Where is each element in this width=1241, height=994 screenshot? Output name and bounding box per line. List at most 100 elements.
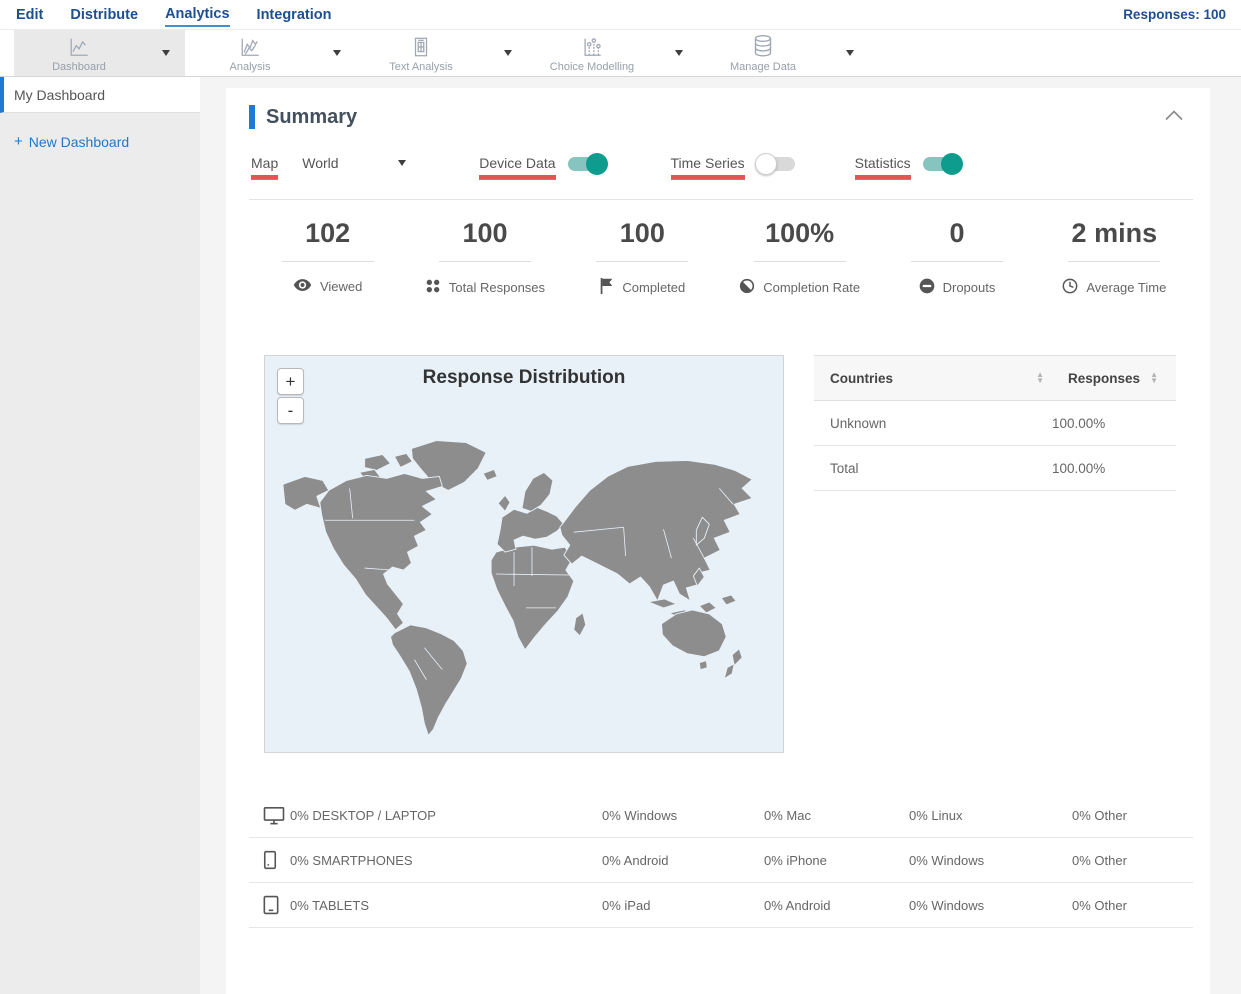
toolbar-item-label: Manage Data bbox=[729, 60, 797, 73]
sort-icon[interactable]: ▲ ▼ bbox=[1150, 371, 1158, 385]
stat-completed: 100 Completed bbox=[564, 218, 721, 297]
time-series-toggle[interactable] bbox=[754, 153, 795, 175]
map-region-value: World bbox=[302, 155, 339, 171]
section-accent-bar bbox=[249, 105, 255, 129]
toolbar-item-label: Dashboard bbox=[52, 60, 106, 73]
table-row: 0% SMARTPHONES 0% Android 0% iPhone 0% W… bbox=[249, 838, 1193, 883]
toolbar-manage-data[interactable]: Manage Data bbox=[698, 30, 869, 76]
eye-icon bbox=[293, 278, 312, 295]
device-cell: 0% Windows bbox=[909, 897, 985, 913]
stat-label: Completion Rate bbox=[763, 280, 861, 295]
half-circle-icon bbox=[739, 278, 755, 297]
zoom-in-button[interactable]: + bbox=[277, 368, 304, 395]
chevron-down-icon bbox=[398, 160, 407, 166]
clock-icon bbox=[1062, 278, 1078, 297]
stat-value: 100% bbox=[765, 218, 835, 248]
country-cell: Unknown bbox=[830, 415, 887, 431]
device-cell: 0% Android bbox=[764, 897, 831, 913]
country-cell: Total bbox=[830, 460, 859, 476]
device-category: 0% DESKTOP / LAPTOP bbox=[290, 807, 436, 823]
chevron-down-icon[interactable] bbox=[333, 50, 341, 56]
device-cell: 0% iPhone bbox=[764, 852, 827, 868]
plus-icon: + bbox=[14, 133, 23, 150]
device-data-toggle[interactable] bbox=[567, 153, 608, 175]
map-zoom-controls: + - bbox=[277, 368, 304, 426]
responses-count[interactable]: Responses: 100 bbox=[1123, 7, 1226, 22]
sidebar-item-my-dashboard[interactable]: My Dashboard bbox=[0, 77, 200, 113]
toolbar-dashboard[interactable]: Dashboard bbox=[14, 30, 185, 76]
toolbar-text-analysis[interactable]: Text Analysis bbox=[356, 30, 527, 76]
toolbar-item-label: Choice Modelling bbox=[549, 60, 635, 73]
table-row: Total 100.00% bbox=[814, 446, 1176, 491]
stats-row: 102 Viewed 100 Total Responses 100 Compl… bbox=[249, 218, 1193, 297]
world-map[interactable] bbox=[265, 418, 783, 748]
stat-value: 0 bbox=[949, 218, 965, 248]
flag-icon bbox=[599, 278, 614, 297]
stat-average-time: 2 mins Average Time bbox=[1036, 218, 1193, 297]
zoom-out-button[interactable]: - bbox=[277, 397, 304, 424]
table-row: 0% TABLETS 0% iPad 0% Android 0% Windows… bbox=[249, 883, 1193, 928]
countries-header-label[interactable]: Countries bbox=[830, 371, 893, 386]
statistics-toggle[interactable] bbox=[922, 153, 963, 175]
map-title: Response Distribution bbox=[422, 367, 626, 388]
smartphone-icon bbox=[249, 850, 290, 870]
nav-integration[interactable]: Integration bbox=[257, 3, 332, 26]
desktop-icon bbox=[249, 806, 290, 825]
device-data-table: 0% DESKTOP / LAPTOP 0% Windows 0% Mac 0%… bbox=[249, 793, 1193, 928]
stat-viewed: 102 Viewed bbox=[249, 218, 406, 297]
stat-label: Dropouts bbox=[942, 280, 996, 295]
dots-grid-icon bbox=[425, 278, 441, 297]
stat-label: Average Time bbox=[1086, 280, 1167, 295]
chevron-down-icon[interactable] bbox=[846, 50, 854, 56]
device-data-label: Device Data bbox=[479, 155, 556, 179]
chevron-up-icon[interactable] bbox=[1165, 108, 1183, 126]
statistics-label: Statistics bbox=[854, 155, 911, 179]
stat-value: 100 bbox=[619, 218, 665, 248]
toolbar-analysis[interactable]: Analysis bbox=[185, 30, 356, 76]
stat-total-responses: 100 Total Responses bbox=[406, 218, 563, 297]
map-label: Map bbox=[251, 155, 279, 179]
device-cell: 0% Mac bbox=[764, 807, 811, 823]
summary-panel: Summary Map World Device Data Time Serie… bbox=[226, 88, 1210, 994]
responses-header-label[interactable]: Responses bbox=[1068, 371, 1140, 386]
toolbar-item-label: Text Analysis bbox=[389, 60, 453, 73]
device-cell: 0% Linux bbox=[909, 807, 963, 823]
toggle-knob bbox=[585, 153, 608, 175]
minus-circle-icon bbox=[919, 278, 935, 297]
device-cell: 0% Windows bbox=[909, 852, 985, 868]
device-cell: 0% Other bbox=[1072, 852, 1127, 868]
table-row: Unknown 100.00% bbox=[814, 401, 1176, 446]
stat-label: Viewed bbox=[319, 279, 363, 294]
toggle-knob bbox=[940, 153, 963, 175]
toolbar-item-label: Analysis bbox=[229, 60, 271, 73]
database-icon bbox=[751, 34, 775, 58]
analytics-toolbar: Dashboard Analysis Text Analysis Choice … bbox=[0, 30, 1241, 77]
map-region-select[interactable]: World bbox=[302, 155, 407, 179]
stat-label: Completed bbox=[622, 280, 686, 295]
document-table-icon bbox=[409, 34, 433, 58]
stat-value: 102 bbox=[305, 218, 351, 248]
chevron-down-icon[interactable] bbox=[504, 50, 512, 56]
response-distribution-map[interactable]: Response Distribution + - bbox=[264, 355, 784, 753]
top-nav: Edit Distribute Analytics Integration Re… bbox=[0, 0, 1241, 30]
stat-label: Total Responses bbox=[448, 280, 546, 295]
stat-dropouts: 0 Dropouts bbox=[878, 218, 1035, 297]
toolbar-choice-modelling[interactable]: Choice Modelling bbox=[527, 30, 698, 76]
device-cell: 0% Other bbox=[1072, 897, 1127, 913]
device-category: 0% TABLETS bbox=[290, 897, 369, 913]
scatter-chart-icon bbox=[580, 34, 604, 58]
device-cell: 0% Other bbox=[1072, 807, 1127, 823]
device-cell: 0% iPad bbox=[602, 897, 651, 913]
nav-edit[interactable]: Edit bbox=[16, 3, 43, 26]
nav-analytics[interactable]: Analytics bbox=[165, 2, 230, 27]
stat-value: 100 bbox=[462, 218, 508, 248]
chevron-down-icon[interactable] bbox=[162, 50, 170, 56]
new-dashboard-button[interactable]: + New Dashboard bbox=[14, 133, 200, 150]
table-row: 0% DESKTOP / LAPTOP 0% Windows 0% Mac 0%… bbox=[249, 793, 1193, 838]
section-divider bbox=[249, 199, 1193, 200]
area-chart-icon bbox=[238, 34, 262, 58]
nav-distribute[interactable]: Distribute bbox=[70, 3, 138, 26]
sort-icon[interactable]: ▲ ▼ bbox=[1036, 371, 1044, 385]
chevron-down-icon[interactable] bbox=[675, 50, 683, 56]
time-series-label: Time Series bbox=[670, 155, 745, 179]
